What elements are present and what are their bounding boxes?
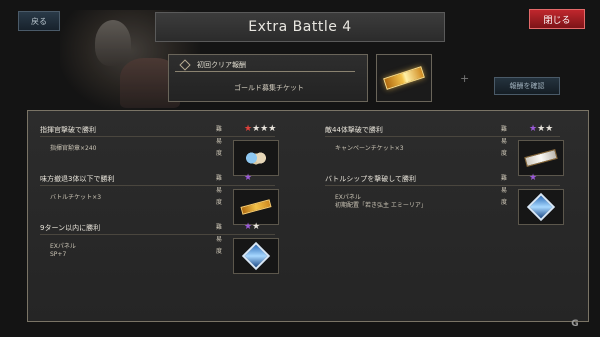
back-button[interactable]: 戻る [18, 11, 60, 31]
site-watermark-logo: G [571, 319, 579, 329]
reward-icon-frame[interactable] [233, 238, 279, 274]
gold-ticket-icon [383, 66, 425, 90]
character-head [95, 20, 131, 66]
reward-icon-frame[interactable] [233, 189, 279, 225]
first-clear-reward-icon-frame[interactable] [376, 54, 432, 102]
condition-title: 9ターン以内に勝利 [40, 222, 275, 235]
star-icon: ★ [252, 222, 261, 232]
star-icon: ★ [545, 124, 554, 134]
difficulty-stars: ★ [529, 172, 537, 184]
plus-icon: + [460, 72, 470, 85]
gold-ticket-icon [240, 199, 272, 215]
condition-reward: 指揮官勲章×240 [50, 145, 97, 152]
reward-icon-frame[interactable] [518, 140, 564, 176]
difficulty-label: 難易度 [216, 224, 223, 255]
victory-conditions-panel: 指揮官撃破で勝利 難易度 ★★★★ 指揮官勲章×240 敵44体撃破で勝利 難易… [27, 110, 589, 322]
difficulty-label: 難易度 [216, 126, 223, 157]
ex-panel-icon [526, 192, 556, 222]
close-button[interactable]: 閉じる [529, 9, 585, 29]
condition-title: 敵44体撃破で勝利 [325, 124, 560, 137]
stage-title: Extra Battle 4 [155, 12, 445, 42]
star-icon: ★ [252, 124, 261, 134]
star-icon: ★ [244, 222, 253, 232]
star-icon: ★ [537, 124, 546, 134]
first-clear-reward-box: 初回クリア報酬 ゴールド募集チケット [168, 54, 368, 102]
condition-title: バトルシップを撃破して勝利 [325, 173, 560, 186]
white-ticket-icon [524, 149, 558, 167]
condition-title: 指揮官撃破で勝利 [40, 124, 275, 137]
condition-reward: EXパネル SP+7 [50, 243, 76, 258]
condition-reward: EXパネル 初期配置「若き弘主 エミーリア」 [335, 194, 427, 209]
condition-reward: バトルチケット×3 [50, 194, 102, 201]
star-icon: ★ [268, 124, 277, 134]
star-icon: ★ [529, 173, 538, 183]
first-clear-label: 初回クリア報酬 [175, 59, 355, 72]
star-icon: ★ [529, 124, 538, 134]
reward-icon-frame[interactable] [518, 189, 564, 225]
difficulty-stars: ★★ [244, 221, 260, 233]
star-icon: ★ [244, 124, 253, 134]
first-clear-reward-name: ゴールド募集チケット [234, 84, 304, 92]
medals-icon [241, 149, 271, 167]
difficulty-label: 難易度 [501, 126, 508, 157]
difficulty-stars: ★ [244, 172, 252, 184]
confirm-reward-button[interactable]: 報酬を確認 [494, 77, 560, 95]
difficulty-label: 難易度 [501, 175, 508, 206]
condition-reward: キャンペーンチケット×3 [335, 145, 404, 152]
ex-panel-icon [241, 241, 271, 271]
difficulty-stars: ★★★★ [244, 123, 276, 135]
first-clear-label-text: 初回クリア報酬 [197, 61, 246, 69]
diamond-icon [179, 59, 191, 71]
star-icon: ★ [244, 173, 253, 183]
difficulty-stars: ★★★ [529, 123, 553, 135]
reward-icon-frame[interactable] [233, 140, 279, 176]
condition-title: 味方撤退3体以下で勝利 [40, 173, 275, 186]
difficulty-label: 難易度 [216, 175, 223, 206]
